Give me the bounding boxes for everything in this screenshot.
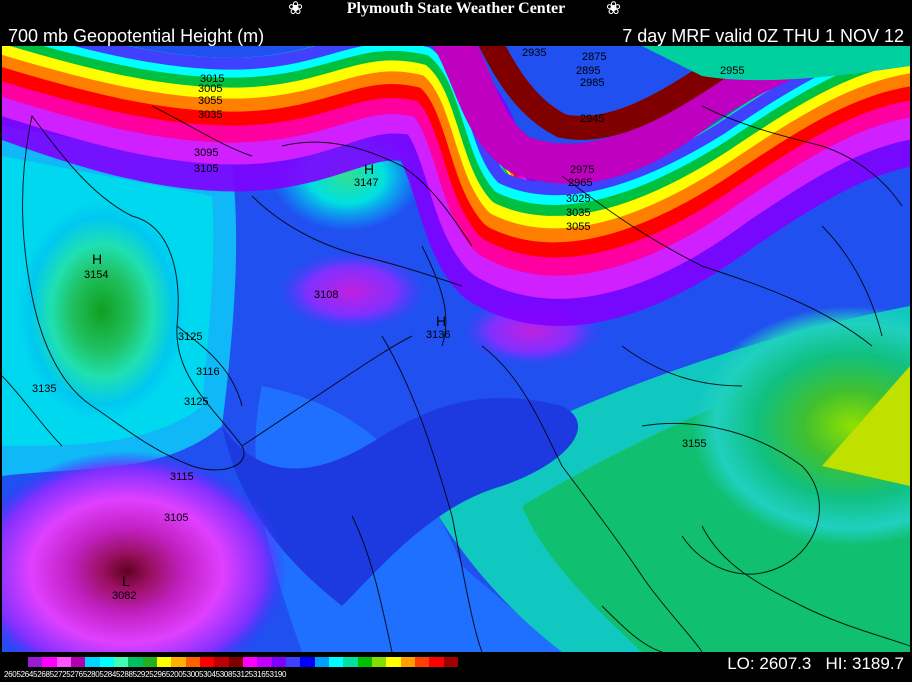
contour-label-2955: 2955 — [720, 65, 744, 77]
colorbar-swatch — [128, 657, 143, 667]
contour-label-3035-a: 3035 — [198, 109, 222, 121]
contour-label-3135: 3135 — [32, 383, 56, 395]
colorbar-swatch — [199, 657, 215, 667]
colorbar-swatch — [371, 657, 387, 667]
colorbar-swatch — [314, 657, 329, 667]
high-label-1: H — [92, 251, 102, 267]
contour-label-3035-b: 3035 — [566, 207, 590, 219]
contour-label-3025: 3025 — [566, 193, 590, 205]
contour-label-3115: 3115 — [170, 471, 194, 483]
colorbar-swatch — [85, 657, 100, 667]
colorbar-swatch — [343, 657, 358, 667]
colorbar-swatch — [228, 657, 243, 667]
contour-label-2945: 2945 — [580, 113, 604, 125]
contour-label-3005: 3005 — [198, 83, 222, 95]
colorbar-swatch — [171, 657, 186, 667]
colorbar-swatch — [242, 657, 258, 667]
valid-time: 7 day MRF valid 0Z THU 1 NOV 12 — [622, 26, 904, 46]
contour-label-2975: 2975 — [570, 164, 594, 176]
colorbar-swatch — [99, 657, 114, 667]
lo-value: 2607.3 — [759, 654, 812, 673]
colorbar-swatch — [414, 657, 430, 667]
colorbar-swatch — [113, 657, 129, 667]
contour-label-3055-b: 3055 — [566, 221, 590, 233]
lo-label: LO: — [727, 654, 755, 673]
contour-label-2875: 2875 — [582, 51, 606, 63]
center-title: Plymouth State Weather Center — [346, 0, 566, 17]
colorbar-swatch — [42, 657, 57, 667]
contour-label-3095: 3095 — [194, 147, 218, 159]
geopotential-map: H 3154 H 3147 3108 H 3136 3125 3116 3135… — [2, 46, 910, 652]
colorbar-swatch — [70, 657, 86, 667]
contour-label-3055-a: 3055 — [198, 95, 222, 107]
contour-label-3105-n: 3105 — [194, 163, 218, 175]
contour-label-3154: 3154 — [84, 269, 108, 281]
colorbar-swatch — [271, 657, 286, 667]
colorbar-labels: 2605264526852725276528052845288529252965… — [4, 670, 287, 679]
map-svg: H 3154 H 3147 3108 H 3136 3125 3116 3135… — [2, 46, 910, 652]
contour-label-2895: 2895 — [576, 65, 600, 77]
contour-label-2985: 2985 — [580, 77, 604, 89]
colorbar-swatch — [285, 657, 301, 667]
contour-label-3125-a: 3125 — [178, 331, 202, 343]
contour-label-2965: 2965 — [568, 177, 592, 189]
contour-label-2935: 2935 — [522, 47, 546, 59]
colorbar-swatch — [214, 657, 229, 667]
colorbar — [28, 657, 458, 667]
colorbar-swatch — [56, 657, 71, 667]
colorbar-swatch — [28, 657, 43, 667]
colorbar-swatch — [185, 657, 200, 667]
contour-label-3147: 3147 — [354, 177, 378, 189]
contour-label-3155: 3155 — [682, 438, 706, 450]
colorbar-swatch — [257, 657, 272, 667]
colorbar-swatch — [328, 657, 344, 667]
colorbar-swatch — [300, 657, 315, 667]
high-label-3: H — [436, 313, 446, 329]
colorbar-swatch — [357, 657, 372, 667]
top-banner: ❀ Plymouth State Weather Center ❀ — [0, 0, 912, 20]
colorbar-swatch — [142, 657, 157, 667]
contour-label-3136: 3136 — [426, 329, 450, 341]
contour-label-3125-b: 3125 — [184, 396, 208, 408]
high-label-2: H — [364, 161, 374, 177]
colorbar-swatch — [400, 657, 415, 667]
colorbar-swatch — [156, 657, 172, 667]
contour-label-3108: 3108 — [314, 289, 338, 301]
lo-hi-readout: LO: 2607.3 HI: 3189.7 — [727, 654, 904, 674]
swoosh-right-icon: ❀ — [606, 0, 622, 18]
contour-label-3116: 3116 — [196, 366, 220, 378]
colorbar-swatch — [386, 657, 401, 667]
low-label: L — [122, 573, 130, 589]
contour-label-3105: 3105 — [164, 512, 188, 524]
hi-label: HI: — [825, 654, 848, 673]
map-title: 700 mb Geopotential Height (m) — [8, 26, 265, 46]
colorbar-swatch — [429, 657, 444, 667]
hi-value: 3189.7 — [852, 654, 904, 673]
colorbar-swatch — [443, 657, 458, 667]
contour-label-3082: 3082 — [112, 590, 136, 602]
